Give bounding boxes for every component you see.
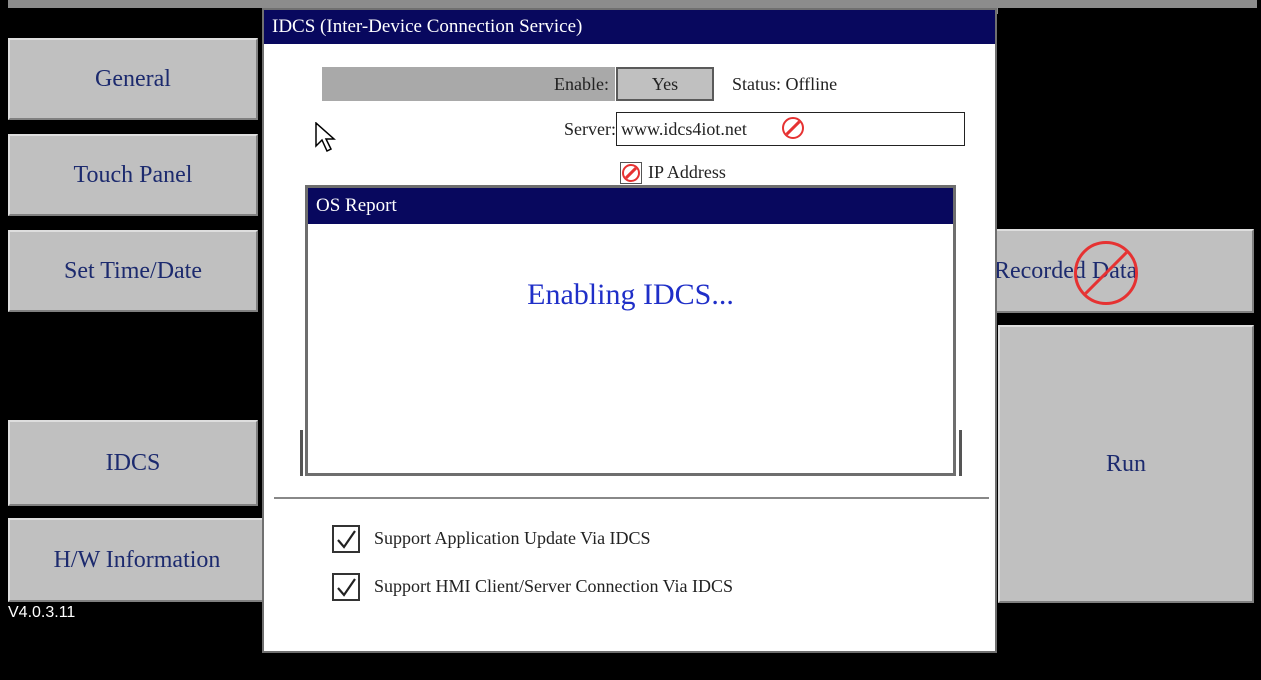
clear-recorded-data-button[interactable]: Clear Recorded Data bbox=[962, 229, 1254, 313]
status-text: Status: Offline bbox=[732, 74, 838, 94]
run-button-label: Run bbox=[1105, 450, 1146, 477]
os-report-title: OS Report bbox=[308, 188, 953, 224]
idcs-button-label: IDCS bbox=[105, 449, 161, 476]
top-strip-gap-left bbox=[8, 8, 262, 14]
dialog-title: IDCS (Inter-Device Connection Service) bbox=[264, 10, 995, 44]
server-label: Server: bbox=[564, 119, 616, 139]
idcs-button[interactable]: IDCS bbox=[8, 420, 258, 506]
ip-address-checkbox[interactable] bbox=[620, 162, 642, 184]
version-label: V4.0.3.11 bbox=[8, 604, 76, 621]
run-button[interactable]: Run bbox=[998, 325, 1254, 603]
enable-label: Enable: bbox=[322, 67, 615, 101]
ip-disabled-icon bbox=[622, 164, 640, 182]
hmi-connection-checkbox[interactable] bbox=[332, 573, 360, 601]
touch-panel-button[interactable]: Touch Panel bbox=[8, 134, 258, 216]
enable-toggle-button[interactable]: Yes bbox=[616, 67, 714, 101]
server-input-value: www.idcs4iot.net bbox=[621, 119, 747, 139]
set-time-date-button-label: Set Time/Date bbox=[63, 257, 202, 284]
server-disabled-icon bbox=[782, 117, 804, 139]
hmi-connection-label: Support HMI Client/Server Connection Via… bbox=[374, 576, 734, 596]
hw-information-button-label: H/W Information bbox=[53, 546, 221, 573]
disabled-icon bbox=[1074, 241, 1138, 305]
os-report-dialog: OS Report Enabling IDCS... bbox=[305, 185, 956, 476]
checkmark-icon bbox=[337, 578, 356, 597]
hw-information-button[interactable]: H/W Information bbox=[8, 518, 266, 602]
set-time-date-button[interactable]: Set Time/Date bbox=[8, 230, 258, 312]
mouse-cursor-icon bbox=[315, 122, 336, 153]
os-report-message: Enabling IDCS... bbox=[527, 278, 734, 311]
section-divider bbox=[274, 497, 989, 499]
ip-address-label: IP Address bbox=[648, 162, 726, 182]
app-update-label: Support Application Update Via IDCS bbox=[374, 528, 651, 548]
top-strip-gap-right bbox=[998, 8, 1257, 14]
checkmark-icon bbox=[337, 530, 356, 549]
touch-panel-button-label: Touch Panel bbox=[73, 161, 193, 188]
general-button-label: General bbox=[95, 65, 171, 92]
general-button[interactable]: General bbox=[8, 38, 258, 120]
app-update-checkbox[interactable] bbox=[332, 525, 360, 553]
